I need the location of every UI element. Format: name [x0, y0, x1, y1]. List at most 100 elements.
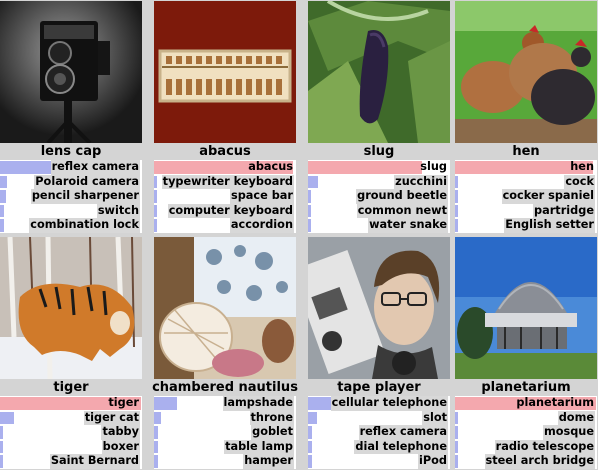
prediction-label: ground beetle — [356, 189, 448, 204]
prediction-row: tabby — [0, 425, 142, 440]
score-bar — [0, 190, 6, 203]
photo-abacus — [154, 1, 296, 143]
score-bar — [455, 190, 458, 203]
prediction-row: tiger — [0, 396, 142, 411]
prediction-label: tiger cat — [83, 410, 140, 426]
score-bar — [154, 190, 157, 203]
score-bar — [308, 440, 312, 454]
score-bar — [154, 204, 157, 218]
prediction-label: steel arch bridge — [484, 454, 595, 469]
prediction-label: table lamp — [224, 439, 294, 455]
photo-shells — [154, 237, 296, 379]
prediction-row: steel arch bridge — [455, 454, 597, 469]
photo-tiger — [0, 237, 142, 379]
prediction-row: space bar — [154, 189, 296, 204]
prediction-label: combination lock — [29, 218, 140, 233]
photo-person-with-tape-player — [308, 237, 450, 379]
prediction-row: mosque — [455, 425, 597, 440]
prediction-row: water snake — [308, 218, 450, 233]
prediction-label: slug — [420, 160, 447, 173]
score-bar — [308, 411, 317, 425]
prediction-label: tabby — [101, 425, 140, 440]
prediction-row: iPod — [308, 454, 450, 469]
prediction-label: partridge — [533, 203, 595, 219]
prediction-label: pencil sharpener — [30, 189, 140, 204]
prediction-label: radio telescope — [494, 439, 595, 455]
score-bar — [154, 397, 177, 410]
prediction-label: computer keyboard — [167, 203, 294, 219]
prediction-label: zucchini — [394, 174, 448, 190]
prediction-label: English setter — [504, 218, 595, 233]
score-bar — [308, 455, 312, 468]
score-bar — [154, 440, 158, 454]
prediction-label: water snake — [368, 218, 448, 233]
prediction-row: table lamp — [154, 439, 296, 455]
score-bar — [455, 455, 458, 468]
prediction-label: dial telephone — [354, 439, 448, 455]
prediction-list: tiger tiger cat tabby boxer Saint Bernard — [0, 396, 142, 469]
true-label: lens cap — [40, 144, 102, 159]
prediction-row: pencil sharpener — [0, 189, 142, 204]
prediction-row: Polaroid camera — [0, 174, 142, 190]
prediction-label: iPod — [418, 454, 448, 469]
true-label: planetarium — [481, 380, 571, 395]
score-bar — [455, 411, 458, 425]
score-bar — [308, 175, 318, 189]
true-label: chambered nautilus — [152, 380, 298, 395]
true-label: tiger — [53, 380, 89, 395]
prediction-label: throne — [249, 410, 294, 426]
prediction-row: slug — [308, 160, 450, 175]
prediction-row: hen — [455, 160, 597, 175]
prediction-label: mosque — [542, 425, 595, 440]
prediction-row: goblet — [154, 425, 296, 440]
prediction-row: Saint Bernard — [0, 454, 142, 469]
photo-hens — [455, 1, 597, 143]
photo-camera — [0, 1, 142, 143]
score-bar — [154, 426, 158, 439]
score-bar — [0, 204, 4, 218]
prediction-label: Saint Bernard — [49, 454, 140, 469]
prediction-label: slot — [422, 410, 448, 426]
prediction-label: planetarium — [516, 396, 594, 409]
prediction-label: reflex camera — [358, 425, 448, 440]
prediction-label: cellular telephone — [330, 396, 448, 411]
prediction-row: common newt — [308, 203, 450, 219]
true-label: hen — [512, 144, 540, 159]
prediction-label: abacus — [248, 160, 293, 173]
prediction-list: hen cock cocker spaniel partridge English se… — [455, 160, 597, 233]
score-bar — [154, 175, 157, 189]
prediction-list: planetarium dome mosque radio telescope stee… — [455, 396, 597, 469]
score-bar — [0, 426, 3, 439]
prediction-label: reflex camera — [50, 160, 140, 175]
prediction-label: dome — [557, 410, 595, 426]
prediction-row: abacus — [154, 160, 296, 175]
score-bar — [455, 426, 458, 439]
prediction-label: typewriter keyboard — [161, 174, 294, 190]
true-label: slug — [363, 144, 395, 159]
prediction-row: boxer — [0, 439, 142, 455]
prediction-row: partridge — [455, 203, 597, 219]
prediction-label: cocker spaniel — [501, 189, 595, 204]
score-bar — [154, 411, 161, 425]
prediction-label: boxer — [101, 439, 140, 455]
prediction-label: accordion — [229, 218, 294, 233]
prediction-row: planetarium — [455, 396, 597, 411]
prediction-row: reflex camera — [308, 425, 450, 440]
prediction-label: tiger — [108, 396, 139, 409]
score-bar — [0, 440, 3, 454]
true-label: abacus — [199, 144, 251, 159]
true-label: tape player — [337, 380, 421, 395]
photo-slug — [308, 1, 450, 143]
prediction-row: accordion — [154, 218, 296, 233]
prediction-label: hamper — [243, 454, 294, 469]
prediction-row: cellular telephone — [308, 396, 450, 411]
prediction-row: cocker spaniel — [455, 189, 597, 204]
photo-planetarium — [455, 237, 597, 379]
prediction-row: dial telephone — [308, 439, 450, 455]
score-bar — [0, 455, 3, 468]
score-bar — [455, 440, 458, 454]
score-bar — [455, 219, 458, 232]
prediction-row: hamper — [154, 454, 296, 469]
prediction-row: throne — [154, 410, 296, 426]
prediction-row: radio telescope — [455, 439, 597, 455]
